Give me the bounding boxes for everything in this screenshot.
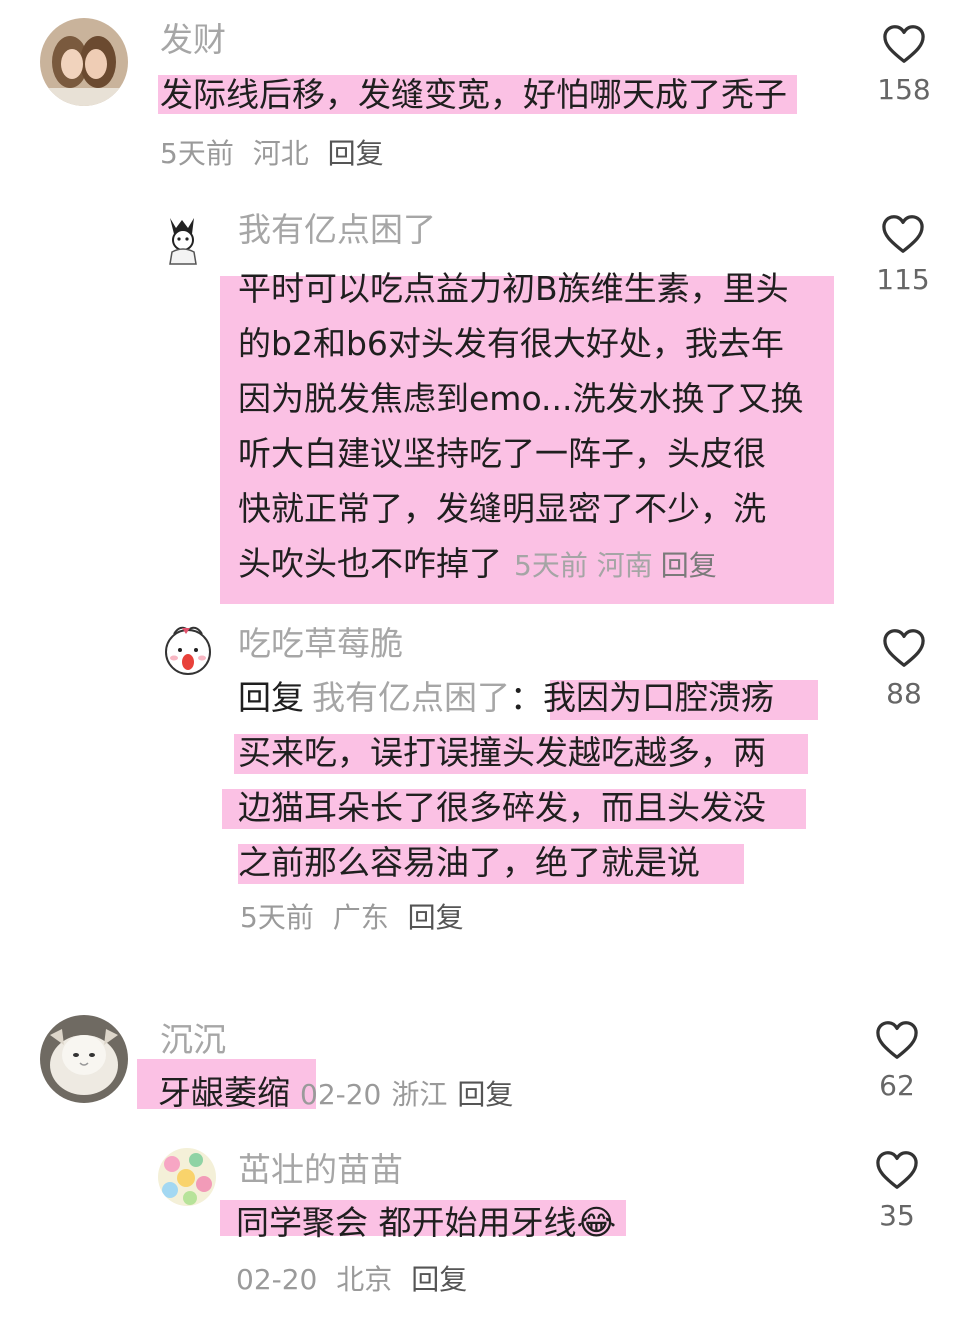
heart-outline-icon	[883, 629, 925, 667]
like-button[interactable]: 62	[862, 1020, 932, 1104]
reply-button[interactable]: 回复	[408, 901, 464, 934]
comment-text: 牙龈萎缩 02-20 浙江 回复	[158, 1065, 513, 1120]
comment-text: 回复 我有亿点困了：我因为口腔溃疡 买来吃，误打误撞头发越吃越多，两 边猫耳朵长了…	[238, 670, 838, 890]
reply-button[interactable]: 回复	[328, 137, 384, 170]
like-count: 115	[876, 263, 930, 296]
emoji-laughing-crying-icon: 😂	[576, 1203, 617, 1243]
comment-meta: 02-20 浙江 回复	[300, 1078, 513, 1111]
comment-meta: 5天前 河北 回复	[160, 136, 384, 172]
comment-text-content: 牙龈萎缩	[158, 1073, 290, 1112]
comment-meta: 02-20 北京 回复	[236, 1262, 467, 1298]
reply-button[interactable]: 回复	[411, 1263, 467, 1296]
comment-line: 头吹头也不咋掉了 5天前 河南 回复	[238, 536, 838, 593]
comment-meta: 5天前 广东 回复	[240, 900, 464, 936]
comment-line: 因为脱发焦虑到emo...洗发水换了又换	[238, 379, 804, 418]
comment-location: 广东	[332, 901, 389, 934]
comment-item: 沉沉 牙龈萎缩 02-20 浙江 回复 62	[0, 1005, 960, 1130]
comment-meta: 5天前 河南 回复	[514, 549, 717, 582]
like-button[interactable]: 35	[862, 1150, 932, 1234]
reply-username[interactable]: 茁壮的苗苗	[238, 1150, 403, 1190]
comment-text: 同学聚会 都开始用牙线😂	[236, 1195, 616, 1251]
comment-time: 5天前	[514, 549, 588, 582]
reply-prefix: 回复	[238, 678, 304, 717]
reply-username[interactable]: 吃吃草莓脆	[238, 624, 403, 664]
like-count: 88	[886, 677, 922, 710]
like-count: 158	[877, 73, 931, 106]
like-button[interactable]: 158	[869, 24, 939, 108]
comment-location: 浙江	[391, 1078, 448, 1111]
comment-location: 北京	[336, 1263, 393, 1296]
comment-time: 5天前	[240, 901, 314, 934]
comment-line: 快就正常了，发缝明显密了不少，洗	[238, 489, 766, 528]
comment-line-text: 头吹头也不咋掉了	[238, 544, 502, 583]
reply-item: 吃吃草莓脆 回复 我有亿点困了：我因为口腔溃疡 买来吃，误打误撞头发越吃越多，两 …	[0, 612, 960, 952]
comment-line: 边猫耳朵长了很多碎发，而且头发没	[238, 788, 766, 827]
avatar[interactable]	[160, 214, 206, 266]
reply-button[interactable]: 回复	[661, 549, 717, 582]
comment-text-highlight: 发际线后移，发缝变宽，好怕哪天成了秃子	[158, 75, 797, 114]
comment-line: 买来吃，误打误撞头发越吃越多，两	[238, 733, 766, 772]
comment-item: 发财 发际线后移，发缝变宽，好怕哪天成了秃子 5天前 河北 回复 158	[0, 0, 960, 190]
reply-item: 我有亿点困了 平时可以吃点益力初B族维生素，里头 的b2和b6对头发有很大好处，…	[0, 200, 960, 610]
comment-location: 河北	[252, 137, 309, 170]
like-button[interactable]: 88	[869, 628, 939, 712]
like-button[interactable]: 115	[868, 214, 938, 298]
comment-line: 平时可以吃点益力初B族维生素，里头	[238, 269, 789, 308]
reply-to-username[interactable]: 我有亿点困了	[312, 678, 510, 717]
comment-line: 的b2和b6对头发有很大好处，我去年	[238, 324, 784, 363]
heart-outline-icon	[882, 215, 924, 253]
heart-outline-icon	[876, 1021, 918, 1059]
comment-location: 河南	[596, 549, 653, 582]
comment-username[interactable]: 发财	[160, 20, 226, 60]
comment-line: 听大白建议坚持吃了一阵子，头皮很	[238, 434, 766, 473]
comment-time: 02-20	[236, 1263, 318, 1296]
like-count: 35	[879, 1199, 915, 1232]
comment-text: 发际线后移，发缝变宽，好怕哪天成了秃子	[158, 67, 797, 122]
comment-line: 之前那么容易油了，绝了就是说	[238, 843, 700, 882]
comment-username[interactable]: 沉沉	[160, 1020, 226, 1060]
avatar[interactable]	[158, 1148, 216, 1206]
reply-username[interactable]: 我有亿点困了	[238, 210, 436, 250]
reply-item: 茁壮的苗苗 同学聚会 都开始用牙线😂 02-20 北京 回复 35	[0, 1140, 960, 1315]
avatar[interactable]	[160, 620, 216, 678]
comment-text: 平时可以吃点益力初B族维生素，里头 的b2和b6对头发有很大好处，我去年 因为脱…	[238, 261, 838, 593]
comment-line-text: 我因为口腔溃疡	[543, 678, 774, 717]
heart-outline-icon	[876, 1151, 918, 1189]
reply-button[interactable]: 回复	[457, 1078, 513, 1111]
comment-time: 02-20	[300, 1078, 382, 1111]
comment-time: 5天前	[160, 137, 234, 170]
avatar[interactable]	[40, 1015, 128, 1103]
comment-line: 回复 我有亿点困了：我因为口腔溃疡	[238, 670, 838, 725]
comment-text-content: 同学聚会 都开始用牙线	[236, 1203, 577, 1242]
reply-colon: ：	[510, 678, 543, 717]
heart-outline-icon	[883, 25, 925, 63]
avatar[interactable]	[40, 18, 128, 106]
like-count: 62	[879, 1069, 915, 1102]
